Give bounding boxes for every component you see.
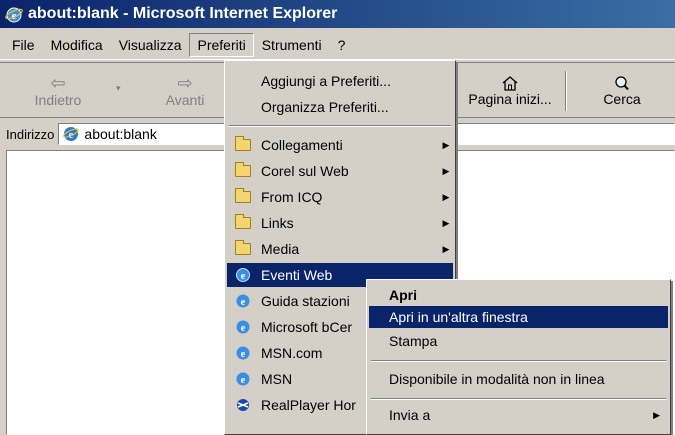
submenu-arrow-icon: ▶ [653, 409, 660, 420]
ctx-make-offline[interactable]: Disponibile in modalità non in linea [369, 368, 668, 390]
folder-label: From ICQ [261, 189, 323, 205]
menu-organize-favorites[interactable]: Organizza Preferiti... [227, 95, 453, 119]
folder-links[interactable]: Links ▶ [227, 211, 453, 235]
folder-label: Media [261, 241, 300, 257]
forward-button[interactable]: ⇨ Avanti [150, 67, 220, 115]
menu-preferiti[interactable]: Preferiti [189, 32, 254, 57]
folder-icon [235, 214, 251, 229]
search-label: Cerca [603, 91, 641, 107]
ctx-print[interactable]: Stampa [369, 330, 668, 352]
context-menu: Apri Apri in un'altra finestra Stampa Di… [366, 279, 671, 435]
ie-logo-icon: e [5, 7, 23, 23]
menu-strumenti[interactable]: Strumenti [254, 33, 330, 57]
ie-page-icon: e [63, 127, 80, 141]
home-label: Pagina inizi... [468, 91, 552, 107]
ctx-send-to-label: Invia a [389, 407, 431, 423]
svg-text:e: e [241, 297, 246, 308]
ctx-open-label: Apri [389, 287, 417, 303]
svg-text:e: e [241, 349, 246, 360]
menu-organize-favorites-label: Organizza Preferiti... [261, 99, 389, 115]
ctx-separator [371, 360, 666, 362]
svg-text:e: e [241, 271, 246, 282]
ctx-separator [371, 398, 666, 400]
search-button[interactable]: Cerca [590, 67, 654, 115]
title-bar[interactable]: e about:blank - Microsoft Internet Explo… [0, 0, 675, 28]
ie-page-icon: e [236, 320, 250, 334]
submenu-arrow-icon: ▶ [442, 243, 450, 254]
ie-page-icon: e [236, 268, 250, 282]
menu-bar: File Modifica Visualizza Preferiti Strum… [0, 30, 675, 60]
folder-media[interactable]: Media ▶ [227, 237, 453, 261]
forward-label: Avanti [165, 92, 205, 108]
back-dropdown-icon[interactable]: ▾ [116, 83, 121, 94]
folder-label: Links [261, 215, 294, 231]
address-label: Indirizzo [6, 126, 55, 142]
folder-corel[interactable]: Corel sul Web ▶ [227, 159, 453, 183]
folder-icon [235, 136, 251, 151]
back-label: Indietro [34, 92, 82, 108]
search-icon [615, 76, 629, 91]
menu-add-favorite[interactable]: Aggiungi a Preferiti... [227, 69, 453, 93]
submenu-arrow-icon: ▶ [442, 139, 450, 150]
address-value: about:blank [84, 126, 157, 142]
ctx-open-new-window-label: Apri in un'altra finestra [389, 309, 528, 325]
submenu-arrow-icon: ▶ [442, 191, 450, 202]
menu-separator [229, 125, 451, 127]
folder-label: Collegamenti [261, 137, 343, 153]
home-button[interactable]: Pagina inizi... [462, 67, 558, 115]
folder-collegamenti[interactable]: Collegamenti ▶ [227, 133, 453, 157]
folder-icon [235, 188, 251, 203]
toolbar-separator [565, 71, 567, 111]
ie-page-icon: e [236, 372, 250, 386]
back-arrow-icon: ⇦ [50, 73, 66, 93]
menu-add-favorite-label: Aggiungi a Preferiti... [261, 73, 391, 89]
submenu-arrow-icon: ▶ [442, 217, 450, 228]
ctx-open[interactable]: Apri [369, 284, 668, 306]
folder-label: Corel sul Web [261, 163, 349, 179]
ie-page-icon: e [236, 346, 250, 360]
window-title: about:blank - Microsoft Internet Explore… [28, 5, 338, 22]
menu-visualizza[interactable]: Visualizza [111, 33, 190, 57]
menu-modifica[interactable]: Modifica [43, 33, 111, 57]
folder-icon [235, 162, 251, 177]
menu-help[interactable]: ? [330, 33, 354, 57]
svg-text:e: e [241, 375, 246, 386]
ie-page-icon: e [236, 294, 250, 308]
ctx-make-offline-label: Disponibile in modalità non in linea [389, 371, 605, 387]
folder-icon [235, 240, 251, 255]
submenu-arrow-icon: ▶ [442, 165, 450, 176]
folder-from-icq[interactable]: From ICQ ▶ [227, 185, 453, 209]
ctx-print-label: Stampa [389, 333, 438, 349]
menu-file[interactable]: File [4, 33, 43, 57]
forward-arrow-icon: ⇨ [177, 73, 193, 93]
home-icon [502, 76, 518, 91]
ctx-open-new-window[interactable]: Apri in un'altra finestra [369, 306, 668, 328]
ctx-send-to[interactable]: Invia a ▶ [369, 404, 668, 426]
back-button[interactable]: ⇦ Indietro [28, 67, 88, 115]
svg-text:e: e [241, 323, 246, 334]
realplayer-icon [237, 399, 249, 411]
